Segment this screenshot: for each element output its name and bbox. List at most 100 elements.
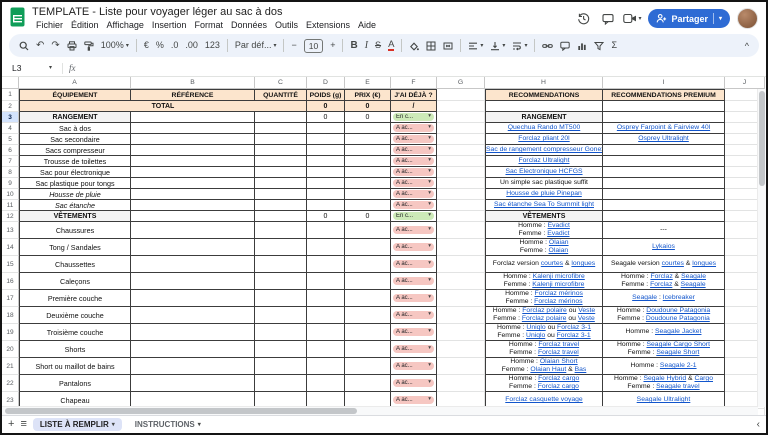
cell[interactable] — [437, 189, 485, 200]
row-header-18[interactable]: 18 — [2, 307, 19, 324]
cell-recommendations[interactable]: Homme : Uniqlo ou Forclaz 3-1 Femme : Uni… — [485, 324, 603, 341]
comments-icon[interactable] — [599, 10, 616, 27]
cell-equipement[interactable]: Tong / Sandales — [19, 239, 131, 256]
status-dropdown[interactable]: A ac... ▾ — [393, 379, 434, 387]
menu-insertion[interactable]: Insertion — [148, 19, 191, 31]
cell-recommendations[interactable]: Un simple sac plastique suffit — [485, 178, 603, 189]
cell[interactable] — [437, 178, 485, 189]
menu-affichage[interactable]: Affichage — [103, 19, 148, 31]
reco-link[interactable]: Doudoune Patagonia — [646, 315, 710, 322]
cell-reference[interactable] — [131, 200, 255, 211]
cell-prix[interactable] — [345, 341, 391, 358]
reco-link[interactable]: Sac de rangement compresseur Gonex — [486, 146, 602, 153]
text-color-button[interactable]: A — [388, 40, 395, 51]
cell-recommendations-premium[interactable] — [603, 156, 725, 167]
reco-link[interactable]: Seagale — [681, 273, 706, 280]
increase-font-size-button[interactable]: + — [330, 41, 335, 50]
cell[interactable] — [437, 324, 485, 341]
cell-quantite[interactable] — [255, 145, 307, 156]
print-icon[interactable] — [67, 40, 77, 51]
header-prix[interactable]: PRIX (€) — [345, 89, 391, 101]
cell[interactable] — [437, 89, 485, 101]
cell-poids[interactable] — [307, 123, 345, 134]
column-header-D[interactable]: D — [307, 77, 345, 89]
cell-quantite[interactable] — [255, 358, 307, 375]
reco-link[interactable]: Quechua Rando MT500 — [508, 124, 581, 131]
paint-format-icon[interactable] — [84, 41, 94, 51]
tab-scroll-left-icon[interactable]: ‹ — [757, 419, 760, 430]
total-label[interactable]: TOTAL — [19, 101, 307, 112]
reco-link[interactable]: Forclaz 3-1 — [557, 332, 591, 339]
reco-link[interactable]: Forclaz polaire — [522, 307, 567, 314]
status-dropdown[interactable]: A ac... ▾ — [393, 277, 434, 285]
cell-status[interactable]: A ac... ▾ — [391, 167, 437, 178]
row-header-15[interactable]: 15 — [2, 256, 19, 273]
status-dropdown[interactable]: A ac... ▾ — [393, 345, 434, 353]
cell-poids[interactable]: 0 — [307, 112, 345, 123]
filter-icon[interactable] — [594, 41, 605, 51]
cell-quantite[interactable] — [255, 178, 307, 189]
cell[interactable] — [437, 290, 485, 307]
cell[interactable] — [437, 256, 485, 273]
cell-recommendations[interactable]: RANGEMENT — [485, 112, 603, 123]
status-dropdown[interactable]: A ac... ▾ — [393, 260, 434, 268]
reco-link[interactable]: longues — [571, 260, 595, 267]
row-header-9[interactable]: 9 — [2, 178, 19, 189]
cell-quantite[interactable] — [255, 134, 307, 145]
row-header-12[interactable]: 12 — [2, 211, 19, 222]
cell-recommendations[interactable]: Homme : Forclaz mérinos Femme : Forclaz m… — [485, 290, 603, 307]
reco-link[interactable]: courtes — [541, 260, 563, 267]
status-dropdown[interactable]: A ac... ▾ — [393, 243, 434, 251]
cell-prix[interactable] — [345, 167, 391, 178]
cell-recommendations[interactable]: Forclaz pliant 20l — [485, 134, 603, 145]
cell-reference[interactable] — [131, 375, 255, 392]
cell-poids[interactable] — [307, 200, 345, 211]
status-dropdown[interactable]: A ac... ▾ — [393, 146, 434, 154]
row-header-16[interactable]: 16 — [2, 273, 19, 290]
status-dropdown[interactable]: En c... ▾ — [393, 212, 434, 220]
vertical-scrollbar-thumb[interactable] — [759, 91, 765, 186]
status-dropdown[interactable]: A ac... ▾ — [393, 135, 434, 143]
cell-recommendations[interactable]: Sac Électronique HCFGS — [485, 167, 603, 178]
cell-reference[interactable] — [131, 178, 255, 189]
row-header-7[interactable]: 7 — [2, 156, 19, 167]
cell-quantite[interactable] — [255, 167, 307, 178]
text-wrap-button[interactable]: ▾ — [512, 41, 527, 51]
status-dropdown[interactable]: A ac... ▾ — [393, 328, 434, 336]
row-header-20[interactable]: 20 — [2, 341, 19, 358]
total-prix[interactable]: 0 — [345, 101, 391, 112]
cell-reference[interactable] — [131, 290, 255, 307]
cell[interactable] — [437, 123, 485, 134]
header-recommendations[interactable]: RECOMMENDATIONS — [485, 89, 603, 101]
cell-quantite[interactable] — [255, 123, 307, 134]
cell-reference[interactable] — [131, 256, 255, 273]
cell-poids[interactable] — [307, 375, 345, 392]
cell-poids[interactable] — [307, 290, 345, 307]
horizontal-scrollbar[interactable] — [2, 406, 758, 415]
row-header-11[interactable]: 11 — [2, 200, 19, 211]
reco-link[interactable]: Uniqlo — [526, 324, 545, 331]
cell-recommendations[interactable]: Homme : Olaian Short Femme : Olaian Haut … — [485, 358, 603, 375]
cell-equipement[interactable]: Caleçons — [19, 273, 131, 290]
reco-link[interactable]: Seagale — [681, 281, 706, 288]
row-header-1[interactable]: 1 — [2, 89, 19, 101]
cell-poids[interactable] — [307, 167, 345, 178]
chevron-down-icon[interactable]: ▾ — [719, 16, 722, 22]
font-select[interactable]: Par déf... ▾ — [235, 41, 277, 50]
cell[interactable] — [485, 101, 603, 112]
cell[interactable] — [437, 167, 485, 178]
cell-prix[interactable] — [345, 324, 391, 341]
cell-reference[interactable] — [131, 112, 255, 123]
reco-link[interactable]: Kalenji microfibre — [533, 273, 585, 280]
column-header-E[interactable]: E — [345, 77, 391, 89]
cell-reference[interactable] — [131, 123, 255, 134]
zoom-select[interactable]: 100% ▾ — [101, 41, 129, 50]
row-header-14[interactable]: 14 — [2, 239, 19, 256]
cell-recommendations[interactable]: Homme : Evadict Femme : Evadict — [485, 222, 603, 239]
cell-status[interactable]: A ac... ▾ — [391, 200, 437, 211]
decrease-decimals-button[interactable]: .0 — [171, 41, 179, 50]
cell-quantite[interactable] — [255, 112, 307, 123]
cell[interactable] — [437, 156, 485, 167]
cell-recommendations-premium[interactable]: Homme : Forclaz & Seagale Femme : Forclaz… — [603, 273, 725, 290]
reco-link[interactable]: Forclaz — [650, 281, 672, 288]
